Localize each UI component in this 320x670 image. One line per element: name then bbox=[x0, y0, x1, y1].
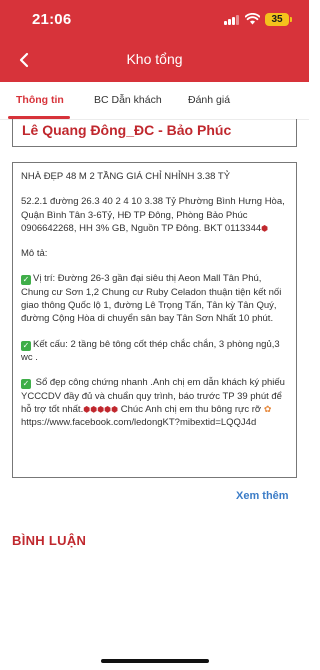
app-header: 21:06 35 Kho tổng bbox=[0, 0, 309, 82]
status-time: 21:06 bbox=[32, 11, 72, 28]
check-box-icon: ✓ bbox=[21, 379, 31, 390]
wifi-icon bbox=[245, 13, 260, 25]
check-box-icon: ✓ bbox=[21, 340, 31, 351]
author-name: Lê Quang Đông_ĐC - Bảo Phúc bbox=[22, 122, 232, 138]
location-paragraph: ✓ Vị trí: Đường 26-3 gần đại siêu thị Aeo… bbox=[21, 272, 288, 325]
red-marker-icon: ⬢⬢⬢⬢⬢ bbox=[83, 404, 119, 414]
listing-headline: NHÀ ĐẸP 48 M 2 TẦNG GIÁ CHỈ NHỈNH 3.38 T… bbox=[21, 171, 231, 182]
tab-danh-gia[interactable]: Đánh giá bbox=[188, 94, 230, 106]
facebook-link[interactable]: https://www.facebook.com/ledongKT?mibext… bbox=[21, 417, 256, 428]
comments-heading: BÌNH LUẬN bbox=[12, 533, 87, 548]
author-card: Lê Quang Đông_ĐC - Bảo Phúc bbox=[12, 119, 297, 147]
red-marker-icon: ⬢ bbox=[261, 223, 269, 233]
location-text: Vị trí: Đường 26-3 gần đại siêu thị Aeon… bbox=[21, 273, 282, 325]
status-bar: 21:06 35 bbox=[0, 0, 309, 40]
ownership-paragraph: ✓ Sổ đẹp công chứng nhanh .Anh chị em dẫ… bbox=[21, 376, 288, 429]
cellular-signal-icon bbox=[224, 15, 240, 25]
listing-summary: 52.2.1 đường 26.3 40 2 4 10 3.38 Tỷ Phườ… bbox=[21, 195, 288, 235]
tab-info[interactable]: Thông tin bbox=[16, 94, 64, 106]
tab-bar: Thông tin BC Dẫn khách Đánh giá bbox=[0, 82, 309, 120]
listing-description: NHÀ ĐẸP 48 M 2 TẦNG GIÁ CHỈ NHỈNH 3.38 T… bbox=[12, 162, 297, 478]
check-box-icon: ✓ bbox=[21, 275, 31, 286]
home-indicator bbox=[101, 659, 209, 663]
battery-icon: 35 bbox=[265, 13, 289, 26]
description-label: Mô tả: bbox=[21, 248, 48, 260]
summary-text: 52.2.1 đường 26.3 40 2 4 10 3.38 Tỷ Phườ… bbox=[21, 196, 285, 234]
structure-text: Kết cấu: 2 tầng bê tông cốt thép chắc ch… bbox=[21, 338, 280, 363]
tab-bc-dan-khach[interactable]: BC Dẫn khách bbox=[94, 94, 162, 106]
battery-tip bbox=[290, 17, 292, 22]
structure-paragraph: ✓ Kết cấu: 2 tầng bê tông cốt thép chắc c… bbox=[21, 338, 288, 365]
closing-text: Chúc Anh chị em thu bông rực rỡ bbox=[118, 403, 264, 415]
see-more-link[interactable]: Xem thêm bbox=[236, 490, 289, 502]
navigation-bar: Kho tổng bbox=[0, 40, 309, 80]
flower-icon: ✿ bbox=[263, 403, 272, 414]
page-title: Kho tổng bbox=[126, 51, 183, 67]
